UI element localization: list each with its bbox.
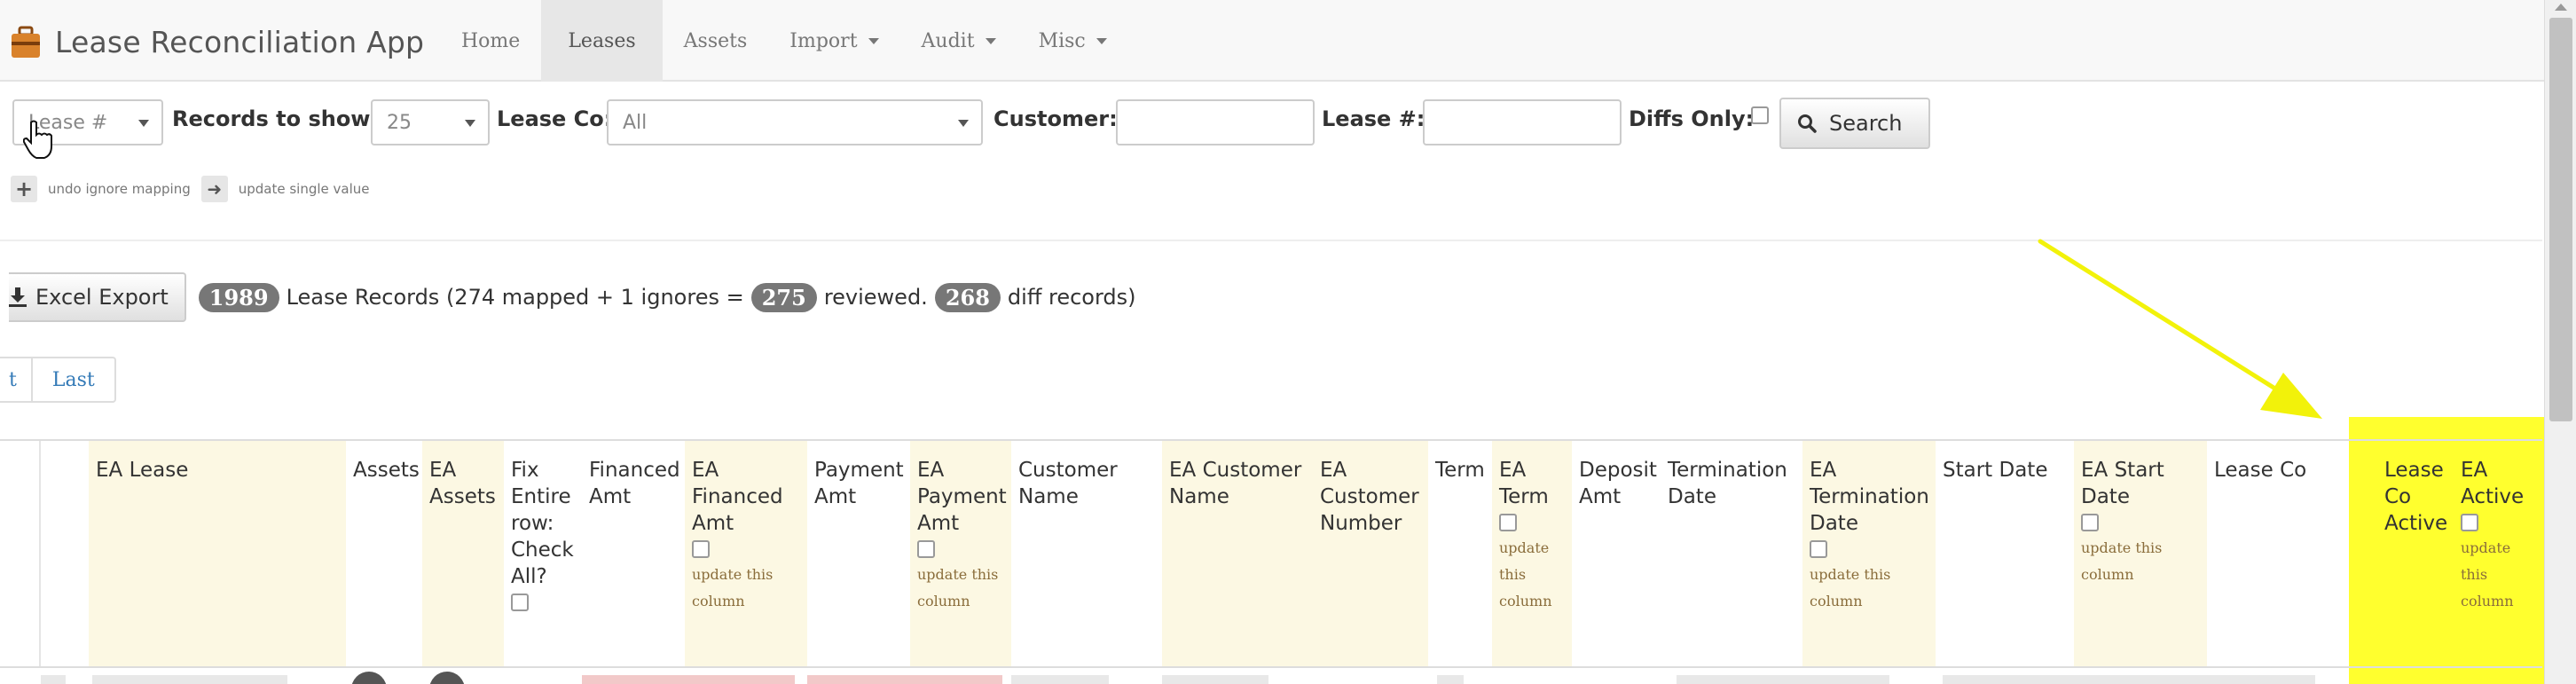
annotation-arrow-icon xyxy=(2038,239,2322,419)
app-window: Lease Reconciliation App Home Leases Ass… xyxy=(0,0,2576,684)
scrollbar-thumb[interactable] xyxy=(2549,18,2572,421)
vertical-scrollbar[interactable] xyxy=(2544,0,2576,684)
scroll-up-icon[interactable] xyxy=(2555,4,2567,11)
